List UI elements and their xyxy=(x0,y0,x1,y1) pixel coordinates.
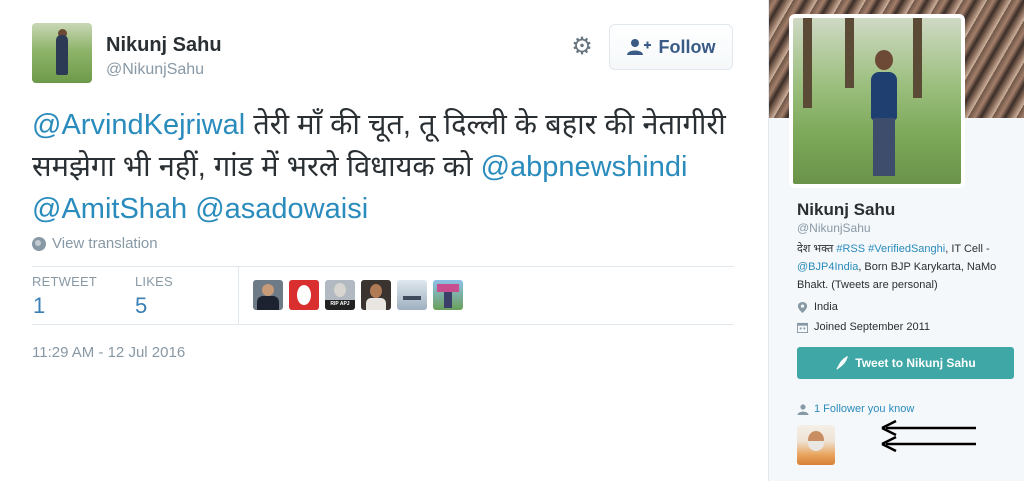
tweet-pane: Nikunj Sahu @NikunjSahu ⚙ Follow @Arvind… xyxy=(0,0,768,481)
tweet-to-button[interactable]: Tweet to Nikunj Sahu xyxy=(797,347,1014,379)
avatar-tree xyxy=(913,18,922,98)
stats-divider xyxy=(238,266,239,324)
tweet-to-label: Tweet to Nikunj Sahu xyxy=(855,356,976,370)
divider xyxy=(32,324,734,325)
known-follower-avatar[interactable] xyxy=(797,425,835,465)
follow-label: Follow xyxy=(658,36,716,57)
follow-button[interactable]: Follow xyxy=(609,24,733,70)
mention-link[interactable]: @ArvindKejriwal xyxy=(32,109,245,141)
followers-you-know-label: 1 Follower you know xyxy=(814,403,915,415)
joined-text: Joined September 2011 xyxy=(814,321,930,333)
tweet-timestamp[interactable]: 11:29 AM - 12 Jul 2016 xyxy=(32,344,185,361)
likers-list: RIP APJ xyxy=(253,280,463,310)
view-translation-link[interactable]: View translation xyxy=(32,235,158,252)
retweet-label: RETWEET xyxy=(32,274,97,289)
liker-avatar[interactable] xyxy=(361,280,391,310)
add-user-icon xyxy=(626,39,651,55)
avatar-tree xyxy=(845,18,854,88)
location-pin-icon xyxy=(797,301,808,313)
likes-label: LIKES xyxy=(135,274,173,289)
view-translation-label: View translation xyxy=(52,235,158,252)
hashtag-link[interactable]: #RSS xyxy=(836,243,865,255)
avatar-head xyxy=(875,50,893,70)
likes-count[interactable]: 5 xyxy=(135,293,147,319)
person-icon xyxy=(797,403,809,415)
avatar-figure xyxy=(871,72,897,120)
divider xyxy=(32,266,734,267)
profile-avatar[interactable] xyxy=(789,14,965,188)
followers-you-know-link[interactable]: 1 Follower you know xyxy=(797,403,914,415)
liker-avatar[interactable] xyxy=(433,280,463,310)
globe-icon xyxy=(32,236,46,251)
retweet-count[interactable]: 1 xyxy=(33,293,45,319)
compose-quill-icon xyxy=(836,356,849,370)
author-handle[interactable]: @NikunjSahu xyxy=(106,61,204,79)
annotation-arrows xyxy=(881,419,976,453)
profile-location: India xyxy=(797,301,838,313)
liker-avatar[interactable]: RIP APJ xyxy=(325,280,355,310)
profile-handle[interactable]: @NikunjSahu xyxy=(797,221,871,235)
author-avatar[interactable] xyxy=(32,23,92,83)
profile-card: Nikunj Sahu @NikunjSahu देश भक्त #RSS #V… xyxy=(768,0,1024,481)
avatar-tree xyxy=(803,18,812,108)
bio-text: देश भक्त xyxy=(797,243,837,255)
calendar-icon xyxy=(797,322,808,333)
mention-link[interactable]: @abpnewshindi xyxy=(481,151,688,183)
avatar-figure xyxy=(56,35,68,75)
liker-avatar[interactable] xyxy=(253,280,283,310)
liker-avatar[interactable] xyxy=(289,280,319,310)
mention-link[interactable]: @BJP4India xyxy=(797,261,858,273)
profile-bio: देश भक्त #RSS #VerifiedSanghi, IT Cell -… xyxy=(797,240,1019,294)
gear-icon[interactable]: ⚙ xyxy=(569,34,595,60)
profile-joined: Joined September 2011 xyxy=(797,321,930,333)
hashtag-link[interactable]: #VerifiedSanghi xyxy=(868,243,945,255)
author-name[interactable]: Nikunj Sahu xyxy=(106,34,222,57)
avatar-legs xyxy=(873,118,895,176)
tweet-text: @ArvindKejriwal तेरी माँ की चूत, तू दिल्… xyxy=(32,104,732,230)
mention-link[interactable]: @AmitShah xyxy=(32,193,187,225)
liker-badge: RIP APJ xyxy=(330,301,350,307)
liker-avatar[interactable] xyxy=(397,280,427,310)
bio-text: , IT Cell - xyxy=(945,243,990,255)
profile-name[interactable]: Nikunj Sahu xyxy=(797,200,895,220)
mention-link[interactable]: @asadowaisi xyxy=(195,193,368,225)
location-text: India xyxy=(814,301,838,313)
avatar-beard xyxy=(808,441,824,451)
